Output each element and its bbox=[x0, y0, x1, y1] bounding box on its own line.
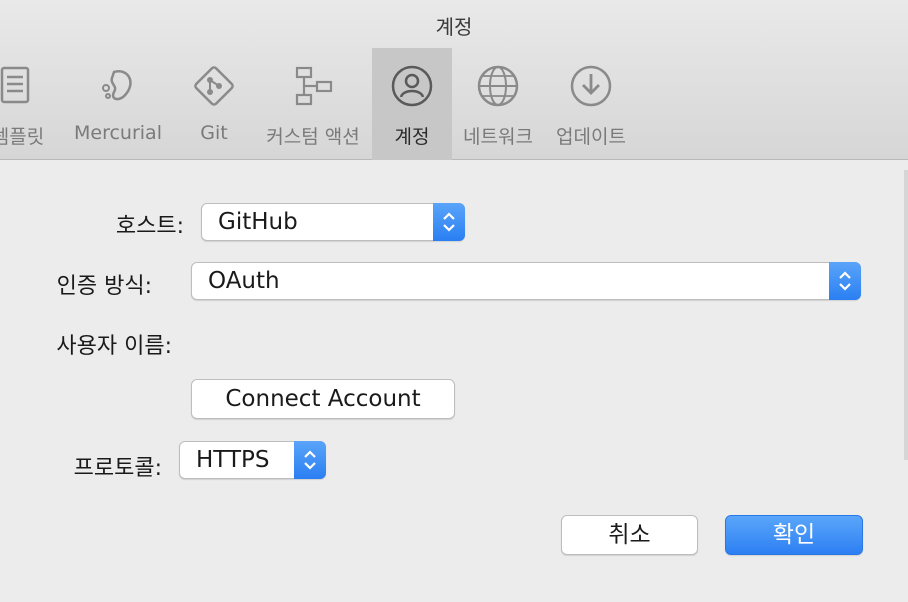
toolbar-label-templates: 템플릿 bbox=[0, 126, 45, 148]
protocol-popup[interactable]: HTTPS bbox=[179, 441, 326, 479]
mercurial-icon bbox=[102, 70, 132, 101]
auth-method-popup[interactable]: OAuth bbox=[191, 262, 861, 300]
username-label: 사용자 이름: bbox=[56, 334, 172, 359]
toolbar-item-mercurial[interactable]: Mercurial bbox=[66, 48, 170, 160]
host-popup-stepper bbox=[433, 203, 465, 241]
window-edge bbox=[904, 170, 908, 460]
auth-method-label: 인증 방식: bbox=[56, 274, 152, 299]
template-icon bbox=[0, 66, 30, 104]
auth-method-popup-stepper bbox=[829, 262, 861, 300]
git-icon bbox=[194, 66, 234, 106]
toolbar-label-update: 업데이트 bbox=[556, 126, 626, 148]
toolbar-item-git[interactable]: Git bbox=[176, 48, 252, 160]
toolbar-label-custom-actions: 커스텀 액션 bbox=[266, 126, 360, 148]
chevron-updown-icon bbox=[839, 271, 851, 291]
protocol-popup-stepper bbox=[294, 441, 326, 479]
connect-account-button[interactable]: Connect Account bbox=[191, 379, 455, 419]
host-popup[interactable]: GitHub bbox=[201, 203, 465, 241]
toolbar-label-accounts: 계정 bbox=[394, 126, 430, 148]
protocol-label: 프로토콜: bbox=[73, 456, 162, 481]
toolbar-label-network: 네트워크 bbox=[463, 126, 533, 148]
window-titlebar: 계정 템플릿 Mercurial Git 커스텀 액션 계정 네트워크 업데이트 bbox=[0, 0, 908, 160]
toolbar-label-mercurial: Mercurial bbox=[74, 122, 162, 144]
window-title: 계정 bbox=[435, 15, 473, 39]
toolbar-item-accounts[interactable]: 계정 bbox=[372, 48, 452, 160]
chevron-updown-icon bbox=[304, 450, 316, 470]
custom-actions-icon bbox=[295, 66, 333, 106]
host-popup-value: GitHub bbox=[218, 209, 298, 235]
cancel-button[interactable]: 취소 bbox=[561, 515, 698, 555]
protocol-popup-value: HTTPS bbox=[196, 447, 270, 473]
toolbar-item-update[interactable]: 업데이트 bbox=[546, 48, 636, 160]
toolbar-item-network[interactable]: 네트워크 bbox=[456, 48, 540, 160]
chevron-updown-icon bbox=[443, 212, 455, 232]
network-globe-icon bbox=[477, 65, 519, 107]
host-label: 호스트: bbox=[115, 214, 184, 239]
toolbar-label-git: Git bbox=[200, 122, 228, 144]
toolbar-item-custom-actions[interactable]: 커스텀 액션 bbox=[258, 48, 368, 160]
auth-method-popup-value: OAuth bbox=[208, 268, 280, 294]
ok-button[interactable]: 확인 bbox=[725, 515, 863, 555]
update-download-icon bbox=[570, 65, 612, 107]
toolbar-item-templates[interactable]: 템플릿 bbox=[0, 48, 66, 160]
account-icon bbox=[391, 65, 433, 107]
